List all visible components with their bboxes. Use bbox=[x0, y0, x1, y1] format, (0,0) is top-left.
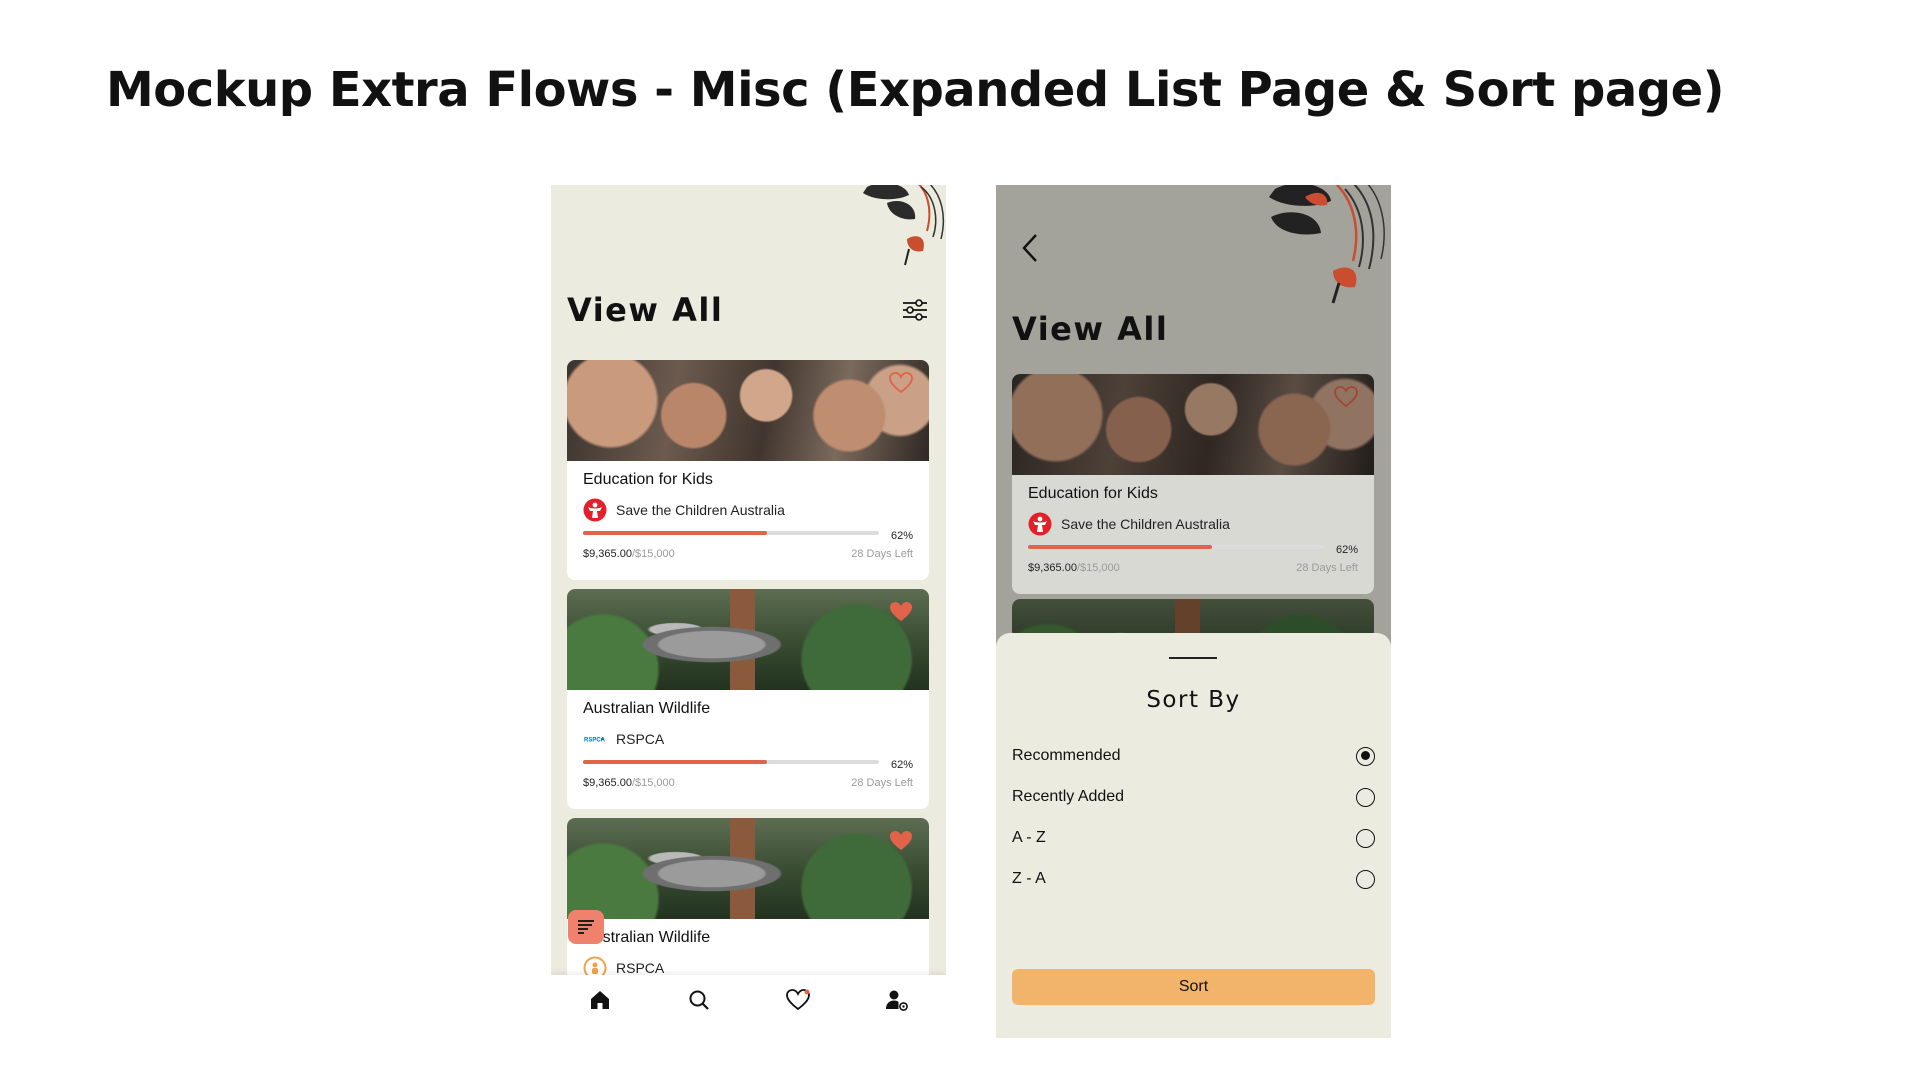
funding-goal: /$15,000 bbox=[631, 777, 675, 789]
nav-profile[interactable] bbox=[884, 987, 910, 1013]
funding-progress-bar bbox=[583, 760, 879, 764]
sort-lines-icon bbox=[578, 920, 594, 934]
amount-raised: $9,365.00 bbox=[1028, 562, 1077, 574]
bottom-navigation bbox=[551, 975, 946, 1025]
radio-button[interactable] bbox=[1356, 828, 1375, 848]
favorite-heart-filled-icon[interactable] bbox=[889, 830, 913, 852]
sort-screen: View All Education for Kids Save the Chi… bbox=[996, 185, 1391, 1038]
radio-button[interactable] bbox=[1356, 869, 1375, 889]
campaign-photo bbox=[567, 589, 929, 690]
campaign-title: Australian Wildlife bbox=[583, 700, 711, 717]
campaign-card: Education for Kids Save the Children Aus… bbox=[1012, 374, 1374, 594]
amount-raised: $9,365.00 bbox=[583, 548, 632, 560]
favorite-heart-outline-icon bbox=[1334, 386, 1358, 408]
view-all-title: View All bbox=[567, 291, 724, 329]
view-all-title: View All bbox=[1012, 310, 1169, 348]
campaign-title: Education for Kids bbox=[1028, 485, 1158, 502]
back-chevron-icon[interactable] bbox=[1018, 231, 1042, 265]
campaign-photo bbox=[1012, 374, 1374, 475]
home-icon bbox=[591, 991, 610, 1009]
days-left: 28 Days Left bbox=[851, 548, 913, 560]
sort-option-recently-added[interactable]: Recently Added bbox=[1012, 782, 1375, 812]
sort-option-label: A - Z bbox=[1012, 829, 1046, 846]
sort-option-label: Recently Added bbox=[1012, 788, 1125, 805]
organization-name: Save the Children Australia bbox=[616, 502, 785, 518]
sort-option-label: Z - A bbox=[1012, 870, 1046, 887]
radio-button[interactable] bbox=[1356, 746, 1375, 766]
decorative-leaf-illustration bbox=[1269, 185, 1385, 304]
notification-dot-icon bbox=[804, 989, 810, 995]
rspca-logo-icon: RSPCA bbox=[584, 736, 606, 744]
decorative-leaf-illustration bbox=[863, 185, 945, 266]
radio-button[interactable] bbox=[1356, 787, 1375, 807]
save-the-children-logo-icon bbox=[1028, 512, 1052, 536]
campaign-card[interactable]: Australian Wildlife RSPCA RSPCA 62% $9,3… bbox=[567, 589, 929, 809]
save-the-children-logo-icon bbox=[583, 498, 607, 522]
organization-name: RSPCA bbox=[616, 731, 665, 747]
campaign-photo bbox=[567, 818, 929, 919]
sort-bottom-sheet: Sort By Recommended Recently Added A - Z… bbox=[996, 633, 1391, 1038]
campaign-photo bbox=[567, 360, 929, 461]
list-view-toggle-button[interactable] bbox=[568, 910, 604, 944]
favorite-heart-filled-icon[interactable] bbox=[889, 601, 913, 623]
search-icon bbox=[689, 990, 709, 1010]
sort-option-z-a[interactable]: Z - A bbox=[1012, 864, 1375, 894]
funding-goal: /$15,000 bbox=[1076, 562, 1120, 574]
page-title: Mockup Extra Flows - Misc (Expanded List… bbox=[106, 62, 1725, 118]
days-left: 28 Days Left bbox=[851, 777, 913, 789]
sort-option-recommended[interactable]: Recommended bbox=[1012, 741, 1375, 771]
heart-icon bbox=[785, 989, 810, 1011]
sheet-drag-handle[interactable] bbox=[1169, 657, 1217, 659]
expanded-list-screen: View All Education for Kids Save the Chi… bbox=[551, 185, 946, 1025]
sort-option-a-z[interactable]: A - Z bbox=[1012, 823, 1375, 853]
funding-goal: /$15,000 bbox=[631, 548, 675, 560]
sort-option-label: Recommended bbox=[1012, 747, 1121, 764]
campaign-title: Education for Kids bbox=[583, 471, 713, 488]
amount-raised: $9,365.00 bbox=[583, 777, 632, 789]
nav-home[interactable] bbox=[587, 987, 613, 1013]
profile-settings-icon bbox=[885, 990, 908, 1011]
campaign-title: Australian Wildlife bbox=[583, 929, 711, 946]
sort-sheet-title: Sort By bbox=[1146, 687, 1241, 713]
organization-name: RSPCA bbox=[616, 960, 665, 976]
funding-progress-bar bbox=[1028, 545, 1324, 549]
campaign-card[interactable]: Education for Kids Save the Children Aus… bbox=[567, 360, 929, 580]
nav-search[interactable] bbox=[686, 987, 712, 1013]
days-left: 28 Days Left bbox=[1296, 562, 1358, 574]
sort-button[interactable]: Sort bbox=[1012, 969, 1375, 1005]
filter-sliders-icon[interactable] bbox=[900, 295, 930, 325]
funding-percent: 62% bbox=[890, 530, 913, 542]
funding-percent: 62% bbox=[1335, 544, 1358, 556]
nav-favorites[interactable] bbox=[785, 987, 811, 1013]
funding-percent: 62% bbox=[890, 759, 913, 771]
funding-progress-bar bbox=[583, 531, 879, 535]
organization-name: Save the Children Australia bbox=[1061, 516, 1230, 532]
favorite-heart-outline-icon[interactable] bbox=[889, 372, 913, 394]
